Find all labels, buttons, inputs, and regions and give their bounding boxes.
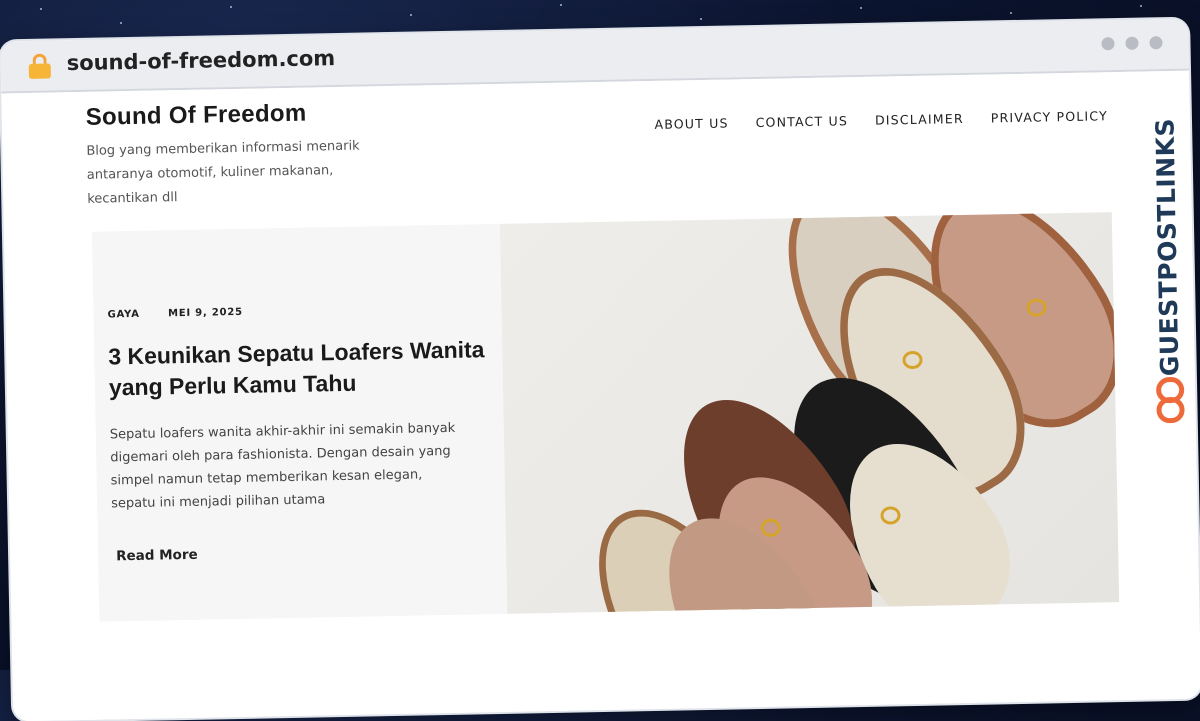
web-page: Sound Of Freedom Blog yang memberikan in…: [1, 70, 1200, 721]
window-dot-icon[interactable]: [1101, 37, 1115, 51]
browser-window: sound-of-freedom.com Sound Of Freedom Bl…: [0, 18, 1200, 721]
address-bar-url[interactable]: sound-of-freedom.com: [66, 46, 335, 75]
site-title[interactable]: Sound Of Freedom: [85, 100, 306, 132]
post-excerpt: Sepatu loafers wanita akhir-akhir ini se…: [109, 420, 456, 512]
featured-post-text: GAYA MEI 9, 2025 3 Keunikan Sepatu Loafe…: [91, 223, 508, 622]
nav-item-disclaimer[interactable]: DISCLAIMER: [875, 111, 964, 128]
chain-link-icon: [1155, 376, 1185, 426]
featured-post: GAYA MEI 9, 2025 3 Keunikan Sepatu Loafe…: [91, 212, 1120, 622]
site-tagline: Blog yang memberikan informasi menarik a…: [86, 138, 360, 207]
main-nav: ABOUT US CONTACT US DISCLAIMER PRIVACY P…: [654, 108, 1108, 132]
post-date: MEI 9, 2025: [167, 306, 243, 320]
nav-item-privacy-policy[interactable]: PRIVACY POLICY: [991, 108, 1108, 125]
guestpostlinks-watermark: GUESTPOSTLINKS: [1148, 118, 1188, 430]
post-title[interactable]: 3 Keunikan Sepatu Loafers Wanita yang Pe…: [108, 334, 489, 403]
watermark-text: GUESTPOSTLINKS: [1150, 117, 1185, 377]
window-dot-icon[interactable]: [1149, 36, 1163, 50]
nav-item-contact-us[interactable]: CONTACT US: [756, 113, 849, 130]
nav-item-about-us[interactable]: ABOUT US: [654, 115, 728, 131]
featured-post-image[interactable]: [499, 212, 1120, 614]
lock-icon: [28, 53, 51, 79]
post-meta: GAYA MEI 9, 2025: [107, 306, 267, 321]
window-dot-icon[interactable]: [1125, 36, 1139, 50]
read-more-link[interactable]: Read More: [116, 547, 198, 565]
post-category[interactable]: GAYA: [107, 309, 139, 321]
window-controls: [1101, 36, 1163, 51]
